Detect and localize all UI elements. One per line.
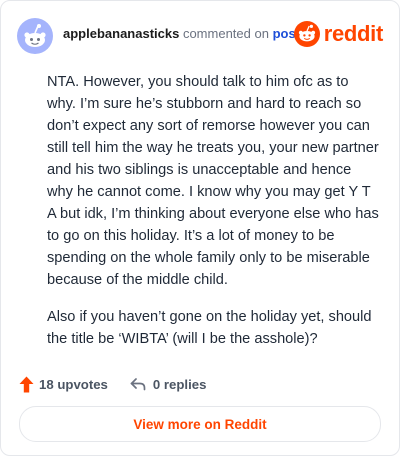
comment-body: NTA. However, you should talk to him ofc…: [47, 71, 381, 365]
upvote-stat[interactable]: 18 upvotes: [19, 376, 108, 393]
comment-meta: applebananasticks commented on post: [63, 26, 300, 41]
view-more-button[interactable]: View more on Reddit: [19, 406, 381, 442]
comment-paragraph: Also if you haven’t gone on the holiday …: [47, 309, 372, 347]
reddit-avatar-icon[interactable]: [17, 18, 53, 54]
comment-paragraph: NTA. However, you should talk to him ofc…: [47, 74, 379, 288]
reddit-logo-icon: [293, 21, 320, 47]
reddit-brand[interactable]: reddit: [293, 19, 384, 49]
comment-footer: 18 upvotes 0 replies: [19, 373, 206, 395]
upvote-count: 18 upvotes: [39, 376, 108, 392]
reply-stat[interactable]: 0 replies: [108, 376, 207, 392]
reddit-wordmark: reddit: [323, 21, 384, 46]
reply-arrow-icon: [130, 378, 146, 391]
comment-card: applebananasticks commented on post redd…: [0, 0, 400, 456]
username-link[interactable]: applebananasticks: [63, 26, 179, 41]
comment-header: applebananasticks commented on post redd…: [17, 15, 383, 55]
upvote-arrow-icon: [19, 376, 34, 392]
reply-count: 0 replies: [152, 376, 207, 392]
action-text: commented on: [182, 26, 269, 41]
